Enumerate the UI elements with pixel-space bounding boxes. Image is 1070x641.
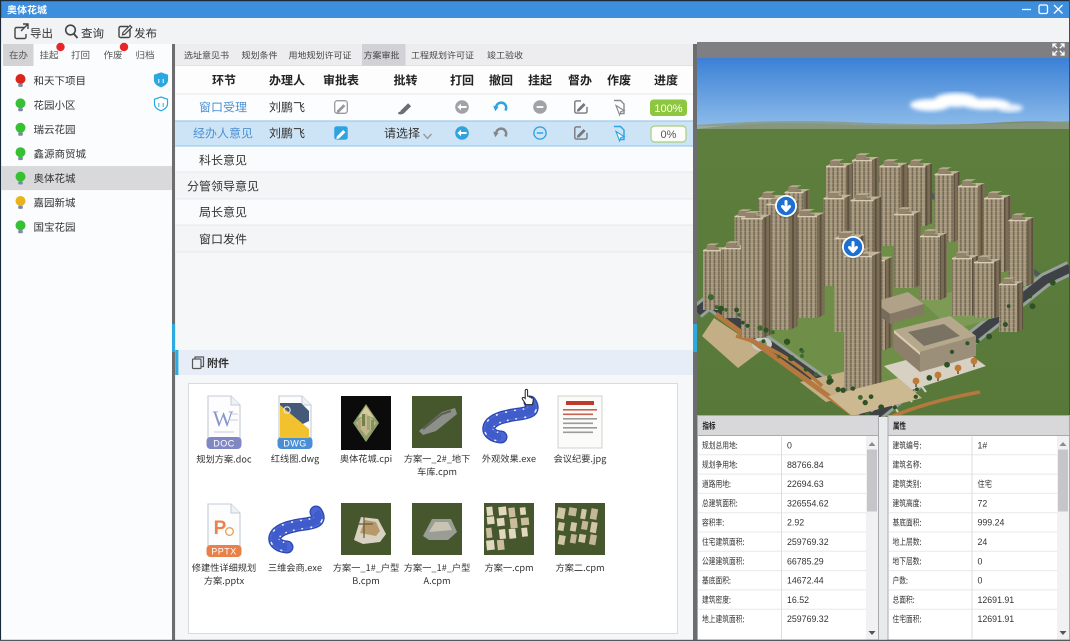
svg-text:24: 24 <box>978 537 988 547</box>
svg-text:72: 72 <box>978 498 988 508</box>
svg-text:0: 0 <box>978 556 983 566</box>
svg-text:100%: 100% <box>654 103 682 115</box>
svg-text:P: P <box>214 518 227 539</box>
svg-text:2.92: 2.92 <box>787 518 804 528</box>
svg-text:12691.91: 12691.91 <box>978 614 1015 624</box>
svg-text:22694.63: 22694.63 <box>787 479 824 489</box>
svg-text:0: 0 <box>978 576 983 586</box>
svg-text:259769.32: 259769.32 <box>787 537 829 547</box>
svg-text:DOC: DOC <box>213 439 235 449</box>
svg-text:W: W <box>213 406 234 431</box>
svg-text:14672.44: 14672.44 <box>787 576 824 586</box>
svg-text:326554.62: 326554.62 <box>787 498 829 508</box>
svg-text:999.24: 999.24 <box>978 518 1005 528</box>
svg-text:0%: 0% <box>661 129 677 141</box>
svg-text:PPTX: PPTX <box>211 547 237 557</box>
svg-text:0: 0 <box>787 441 792 451</box>
svg-text:66785.29: 66785.29 <box>787 556 824 566</box>
svg-text:16.52: 16.52 <box>787 595 809 605</box>
svg-text:12691.91: 12691.91 <box>978 595 1015 605</box>
svg-text:1#: 1# <box>978 441 988 451</box>
svg-text:DWG: DWG <box>283 439 307 449</box>
svg-text:88766.84: 88766.84 <box>787 460 824 470</box>
svg-text:259769.32: 259769.32 <box>787 614 829 624</box>
